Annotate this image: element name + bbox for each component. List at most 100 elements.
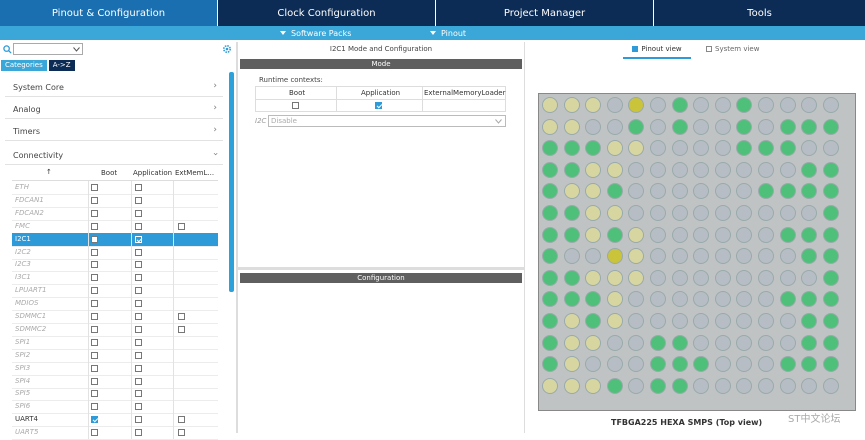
pin[interactable] (563, 248, 580, 265)
pin[interactable] (650, 248, 666, 265)
pin[interactable] (542, 377, 558, 394)
pin[interactable] (542, 248, 558, 265)
boot-checkbox[interactable] (91, 248, 98, 256)
pin[interactable] (671, 356, 688, 373)
app-checkbox[interactable] (135, 261, 142, 269)
chevron-down-icon[interactable] (73, 47, 80, 52)
section-timers[interactable]: Timers › (5, 122, 223, 141)
pin[interactable] (650, 97, 666, 113)
pin[interactable] (779, 377, 796, 394)
tab-tools[interactable]: Tools (654, 0, 865, 26)
pin[interactable] (542, 313, 558, 329)
boot-checkbox[interactable] (91, 300, 98, 308)
pin[interactable] (585, 291, 602, 308)
pin[interactable] (693, 313, 710, 329)
section-connectivity[interactable]: Connectivity › (5, 146, 223, 165)
section-analog[interactable]: Analog › (5, 100, 223, 119)
tab-pinout-configuration[interactable]: Pinout & Configuration (0, 0, 217, 26)
tab-system-view[interactable]: System view (706, 45, 759, 57)
pin[interactable] (542, 269, 558, 286)
pin[interactable] (650, 205, 666, 221)
table-row[interactable]: SPI2 (12, 348, 218, 363)
boot-checkbox[interactable] (91, 209, 98, 217)
gear-icon[interactable] (222, 44, 232, 54)
pin[interactable] (563, 140, 580, 157)
pin[interactable] (736, 183, 753, 200)
boot-checkbox[interactable] (91, 287, 98, 295)
table-row[interactable]: I2C1 (12, 232, 218, 247)
app-checkbox[interactable] (135, 390, 142, 398)
pin[interactable] (758, 118, 774, 135)
pin[interactable] (628, 377, 645, 394)
pin[interactable] (671, 377, 688, 394)
boot-checkbox[interactable] (91, 364, 98, 372)
pin[interactable] (542, 356, 558, 373)
software-packs-menu[interactable]: Software Packs (280, 26, 351, 40)
pin[interactable] (606, 248, 623, 265)
pin[interactable] (714, 97, 731, 113)
boot-checkbox[interactable] (91, 274, 98, 282)
pin[interactable] (671, 269, 688, 286)
table-row[interactable]: SPI3 (12, 361, 218, 376)
pin[interactable] (563, 291, 580, 308)
pin[interactable] (779, 161, 796, 178)
pin[interactable] (758, 183, 774, 200)
boot-checkbox[interactable] (91, 325, 98, 333)
pin[interactable] (606, 377, 623, 394)
pin[interactable] (736, 205, 753, 221)
pin[interactable] (693, 356, 710, 373)
ext-checkbox[interactable] (178, 313, 185, 320)
pin[interactable] (758, 205, 774, 221)
pin[interactable] (714, 377, 731, 394)
tab-a-z[interactable]: A->Z (48, 60, 75, 71)
app-checkbox[interactable] (135, 325, 142, 333)
boot-checkbox[interactable] (91, 184, 98, 191)
pin[interactable] (606, 269, 623, 286)
pin[interactable] (779, 97, 796, 113)
table-row[interactable]: LPUART1 (12, 284, 218, 299)
pin[interactable] (758, 248, 774, 265)
section-system-core[interactable]: System Core › (5, 78, 223, 97)
pin[interactable] (693, 183, 710, 200)
pin[interactable] (822, 183, 839, 200)
pin[interactable] (671, 183, 688, 200)
pin[interactable] (822, 334, 839, 351)
column-header-extmem[interactable]: ExtMemL... (175, 169, 214, 177)
pin[interactable] (628, 140, 645, 157)
pin[interactable] (585, 183, 602, 200)
pin[interactable] (801, 183, 818, 200)
pin[interactable] (606, 291, 623, 308)
tab-clock-configuration[interactable]: Clock Configuration (218, 0, 435, 26)
pin[interactable] (650, 334, 666, 351)
pin[interactable] (628, 313, 645, 329)
pin[interactable] (693, 140, 710, 157)
pin[interactable] (736, 161, 753, 178)
pin[interactable] (736, 334, 753, 351)
pin[interactable] (628, 226, 645, 243)
table-row[interactable]: I3C1 (12, 271, 218, 286)
pin[interactable] (693, 334, 710, 351)
panel-splitter[interactable] (238, 267, 524, 270)
pin[interactable] (801, 313, 818, 329)
app-checkbox[interactable] (135, 403, 142, 411)
pin[interactable] (714, 140, 731, 157)
pin[interactable] (650, 183, 666, 200)
pin[interactable] (736, 248, 753, 265)
table-row[interactable]: SPI4 (12, 374, 218, 389)
pin[interactable] (758, 161, 774, 178)
pin[interactable] (585, 334, 602, 351)
pin[interactable] (650, 118, 666, 135)
pin[interactable] (693, 161, 710, 178)
pin[interactable] (779, 118, 796, 135)
pin[interactable] (563, 269, 580, 286)
table-row[interactable]: SDMMC1 (12, 310, 218, 324)
app-checkbox[interactable] (135, 377, 142, 385)
pin[interactable] (671, 248, 688, 265)
app-checkbox[interactable] (135, 209, 142, 217)
table-row[interactable]: FDCAN1 (12, 193, 218, 208)
boot-checkbox[interactable] (91, 338, 98, 346)
pin[interactable] (758, 377, 774, 394)
pin[interactable] (714, 313, 731, 329)
table-row[interactable]: MDIOS (12, 297, 218, 312)
pin[interactable] (606, 97, 623, 113)
